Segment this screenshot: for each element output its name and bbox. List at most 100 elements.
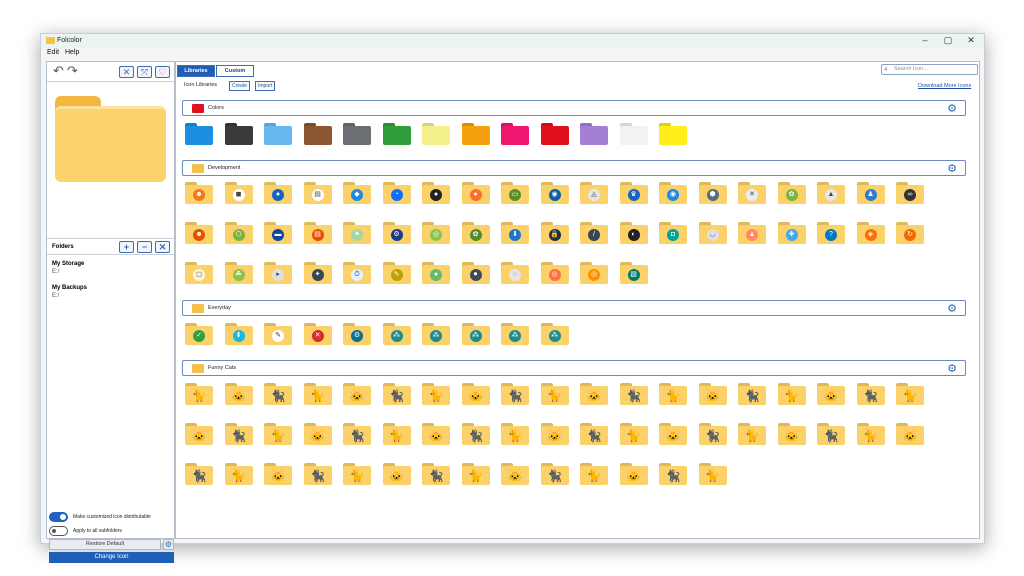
cat-folder-icon[interactable]: 🐈 (224, 463, 253, 485)
development-folder-icon[interactable]: ◎ (580, 262, 608, 284)
development-folder-icon[interactable]: ⬢ (698, 182, 727, 204)
cat-folder-icon[interactable]: 🐈 (619, 423, 648, 445)
cat-folder-icon[interactable]: 🐈‍⬛ (343, 423, 371, 445)
cat-folder-icon[interactable]: 🐱 (698, 383, 727, 405)
color-folder-icon[interactable] (580, 123, 608, 145)
development-folder-icon[interactable]: ♟ (856, 182, 885, 204)
cat-folder-icon[interactable]: 🐱 (896, 423, 924, 445)
menu-help[interactable]: Help (65, 49, 79, 56)
cat-folder-icon[interactable]: 🐈 (698, 463, 727, 485)
cat-folder-icon[interactable]: 🐈 (343, 463, 371, 485)
development-folder-icon[interactable]: ● (422, 182, 450, 204)
cat-folder-icon[interactable]: 🐱 (580, 383, 608, 405)
everyday-folder-icon[interactable]: ⁂ (461, 323, 490, 345)
development-folder-icon[interactable]: ✦ (343, 222, 371, 244)
import-library-button[interactable]: Import (255, 81, 276, 91)
menu-edit[interactable]: Edit (47, 49, 59, 56)
development-folder-icon[interactable]: ✎ (382, 262, 411, 284)
gear-icon[interactable]: ⚙ (947, 302, 957, 315)
development-folder-icon[interactable]: ▤ (303, 222, 332, 244)
development-folder-icon[interactable]: ? (817, 222, 845, 244)
development-folder-icon[interactable]: ⬇ (501, 222, 529, 244)
development-folder-icon[interactable]: ◻ (185, 262, 213, 284)
development-folder-icon[interactable]: / (580, 222, 608, 244)
development-folder-icon[interactable]: ✕ (738, 182, 766, 204)
development-folder-icon[interactable]: ▲ (817, 182, 845, 204)
development-folder-icon[interactable]: ∞ (896, 182, 924, 204)
development-folder-icon[interactable]: ◉ (540, 182, 569, 204)
search-input[interactable]: ⌕ Search Icon... (881, 64, 978, 75)
development-folder-icon[interactable]: ◐ (619, 222, 648, 244)
minimize-button[interactable]: – (918, 35, 932, 45)
undo-icon[interactable]: ↶ (53, 63, 64, 79)
everyday-folder-icon[interactable]: ⚙ (343, 323, 371, 345)
maximize-button[interactable]: ▢ (941, 35, 955, 46)
development-folder-icon[interactable]: ⏺ (461, 262, 490, 284)
development-folder-icon[interactable]: ⬡ (224, 222, 253, 244)
restore-default-button[interactable]: Restore Default (49, 539, 161, 550)
cat-folder-icon[interactable]: 🐈‍⬛ (382, 383, 411, 405)
development-folder-icon[interactable]: ▤ (303, 182, 332, 204)
folder-item-name[interactable]: My Storage (52, 261, 84, 267)
cat-folder-icon[interactable]: 🐱 (619, 463, 648, 485)
cat-folder-icon[interactable]: 🐈‍⬛ (264, 383, 292, 405)
development-folder-icon[interactable]: ⏱ (343, 262, 371, 284)
section-development[interactable]: Development ⚙ (182, 160, 966, 176)
gear-icon[interactable]: ⚙ (947, 362, 957, 375)
cat-folder-icon[interactable]: 🐱 (185, 423, 213, 445)
development-folder-icon[interactable]: 🔒 (540, 222, 569, 244)
development-folder-icon[interactable]: ✿ (461, 222, 490, 244)
settings-gear-icon[interactable]: ⚙ (163, 539, 174, 550)
color-folder-icon[interactable] (382, 123, 411, 145)
color-folder-icon[interactable] (501, 123, 529, 145)
development-folder-icon[interactable]: ☻ (185, 222, 213, 244)
cat-folder-icon[interactable]: 🐈‍⬛ (422, 463, 450, 485)
development-folder-icon[interactable]: ▲ (738, 222, 766, 244)
color-folder-icon[interactable] (303, 123, 332, 145)
everyday-folder-icon[interactable]: ⁂ (501, 323, 529, 345)
cat-folder-icon[interactable]: 🐈 (540, 383, 569, 405)
everyday-folder-icon[interactable]: ⁂ (382, 323, 411, 345)
cat-folder-icon[interactable]: 🐱 (422, 423, 450, 445)
redo-icon[interactable]: ↷ (67, 63, 78, 79)
everyday-folder-icon[interactable]: ✎ (264, 323, 292, 345)
cat-folder-icon[interactable]: 🐈 (303, 383, 332, 405)
close-button[interactable]: ✕ (964, 35, 978, 46)
development-folder-icon[interactable]: ◆ (343, 182, 371, 204)
cat-folder-icon[interactable]: 🐱 (540, 423, 569, 445)
cat-folder-icon[interactable]: 🐈‍⬛ (224, 423, 253, 445)
cat-folder-icon[interactable]: 🐱 (817, 383, 845, 405)
color-folder-icon[interactable] (422, 123, 450, 145)
cat-folder-icon[interactable]: 🐈‍⬛ (580, 423, 608, 445)
cat-folder-icon[interactable]: 🐈 (777, 383, 806, 405)
subfolders-toggle[interactable] (49, 526, 68, 536)
color-folder-icon[interactable] (461, 123, 490, 145)
everyday-folder-icon[interactable]: ✓ (185, 323, 213, 345)
development-folder-icon[interactable]: ▧ (619, 262, 648, 284)
cat-folder-icon[interactable]: 🐱 (264, 463, 292, 485)
development-folder-icon[interactable]: ☘ (224, 262, 253, 284)
development-folder-icon[interactable]: ◬ (580, 182, 608, 204)
cat-folder-icon[interactable]: 🐈‍⬛ (856, 383, 885, 405)
color-folder-icon[interactable] (224, 123, 253, 145)
development-folder-icon[interactable]: ● (422, 262, 450, 284)
cat-folder-icon[interactable]: 🐈 (738, 423, 766, 445)
clear-folders-button[interactable]: ✕ (155, 241, 170, 253)
cat-folder-icon[interactable]: 🐈 (659, 383, 687, 405)
development-folder-icon[interactable]: ◉ (659, 182, 687, 204)
development-folder-icon[interactable]: ◎ (540, 262, 569, 284)
development-folder-icon[interactable]: ▭ (501, 182, 529, 204)
section-everyday[interactable]: Everyday ⚙ (182, 300, 966, 316)
development-folder-icon[interactable]: ◡ (698, 222, 727, 244)
development-folder-icon[interactable]: ▸ (264, 262, 292, 284)
cat-folder-icon[interactable]: 🐈 (896, 383, 924, 405)
cat-folder-icon[interactable]: 🐈 (264, 423, 292, 445)
color-folder-icon[interactable] (619, 123, 648, 145)
development-folder-icon[interactable]: ↻ (896, 222, 924, 244)
cat-folder-icon[interactable]: 🐱 (501, 463, 529, 485)
everyday-folder-icon[interactable]: ⬇ (224, 323, 253, 345)
everyday-folder-icon[interactable]: ⁂ (540, 323, 569, 345)
development-folder-icon[interactable]: ▬ (264, 222, 292, 244)
development-folder-icon[interactable]: ✦ (303, 262, 332, 284)
cat-folder-icon[interactable]: 🐱 (224, 383, 253, 405)
